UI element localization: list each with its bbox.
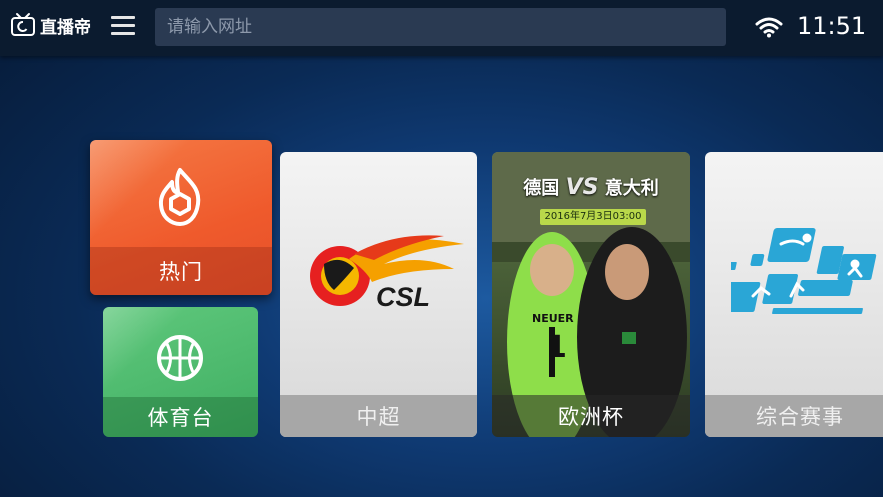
basketball-icon (157, 335, 203, 381)
tile-sports-label: 体育台 (103, 397, 258, 437)
match-date: 2016年7月3日03:00 (540, 209, 646, 225)
flame-icon (158, 168, 201, 226)
tile-csl[interactable]: CSL 中超 (280, 152, 477, 437)
tile-euro-label: 欧洲杯 (492, 395, 690, 437)
url-input[interactable] (155, 8, 726, 46)
tile-hot[interactable]: 热门 (90, 140, 272, 295)
app-name: 直播帝 (40, 17, 91, 38)
top-bar: 直播帝 11:51 (0, 0, 883, 56)
app-logo[interactable]: 直播帝 (10, 12, 91, 38)
tile-hot-label: 热门 (90, 247, 272, 295)
tile-csl-label: 中超 (280, 395, 477, 437)
csl-logo-text: CSL (376, 282, 430, 312)
wifi-icon (755, 17, 783, 38)
tile-multi-label: 综合赛事 (705, 395, 883, 437)
tile-sports[interactable]: 体育台 (103, 307, 258, 437)
tv-icon (11, 13, 35, 36)
menu-icon[interactable] (111, 16, 135, 36)
tile-euro[interactable]: 德国 VS 意大利 2016年7月3日03:00 NEUER 1 欧洲杯 (492, 152, 690, 437)
jersey-number: 1 (546, 330, 567, 365)
sports-pictograms-icon (731, 228, 877, 314)
match-title: 德国 VS 意大利 (523, 175, 659, 200)
clock: 11:51 (797, 12, 867, 40)
tile-multi[interactable]: 综合赛事 (705, 152, 883, 437)
csl-logo: CSL (310, 235, 464, 312)
jersey-name: NEUER (532, 312, 574, 325)
